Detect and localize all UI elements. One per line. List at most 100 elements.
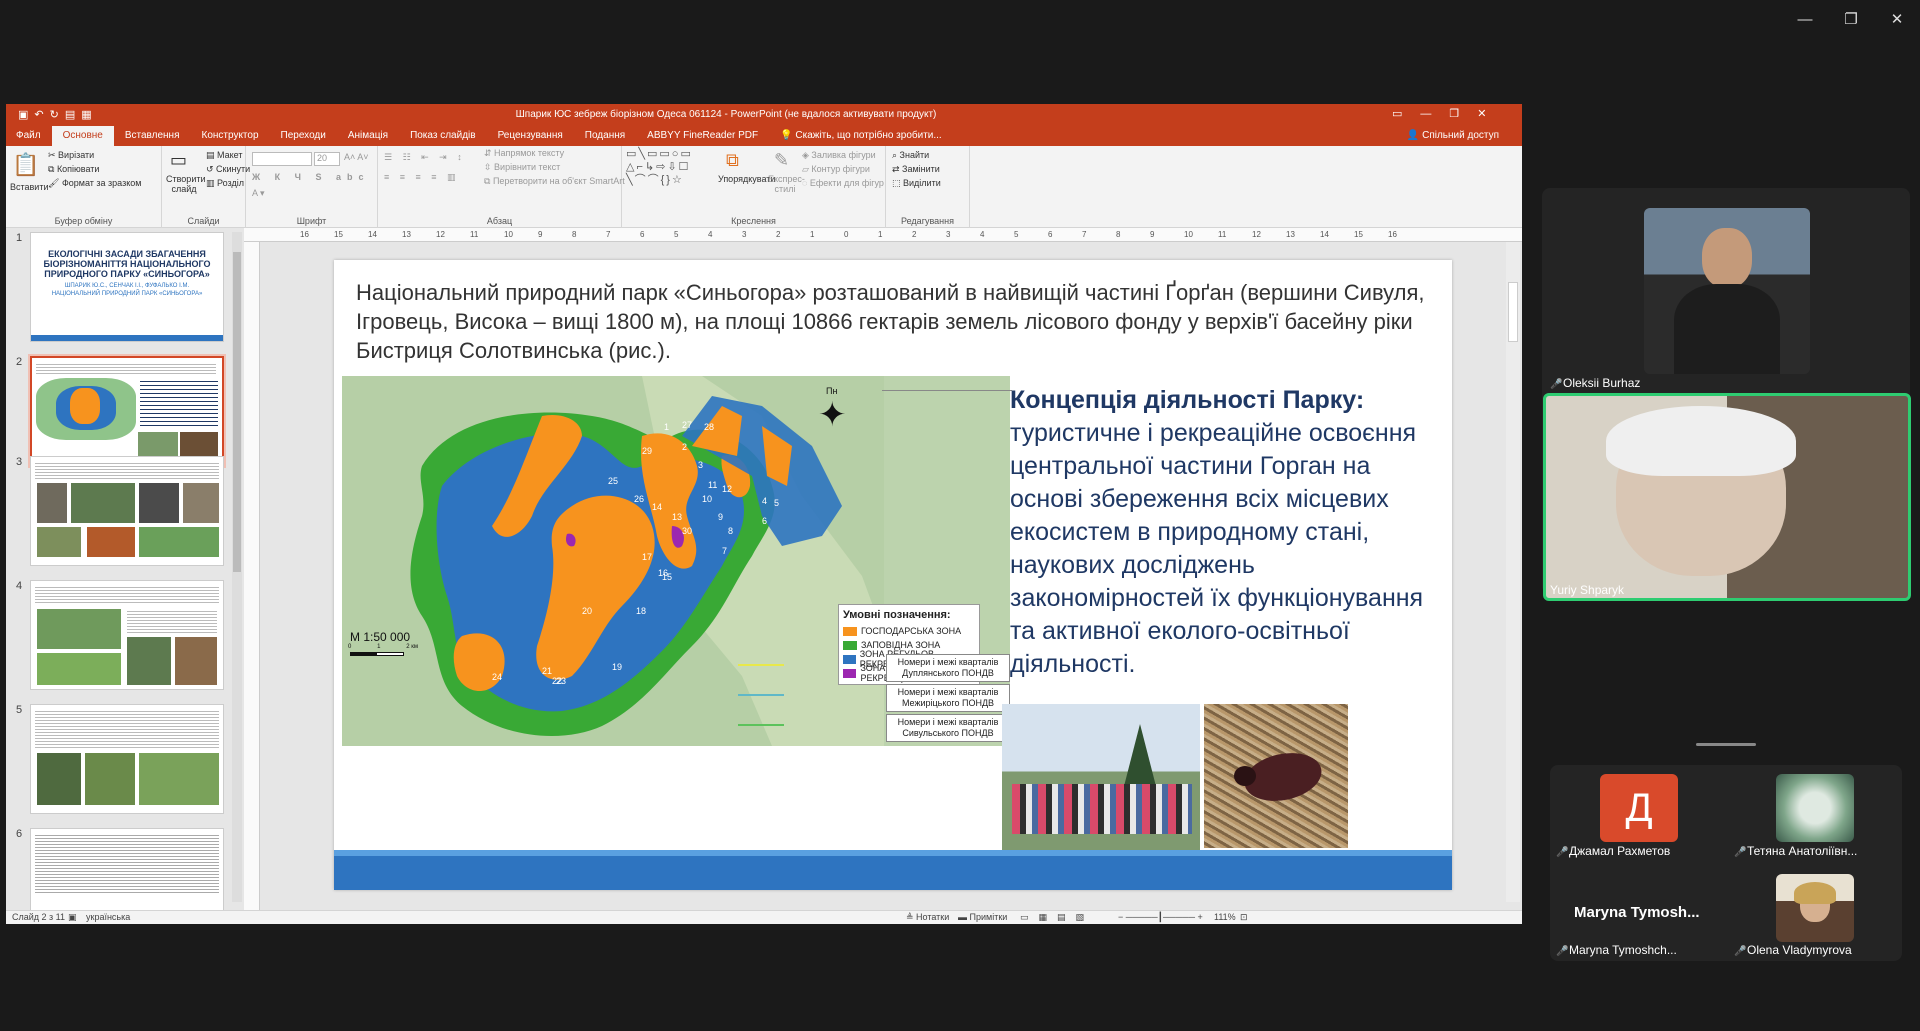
video-oleksii[interactable] bbox=[1644, 208, 1810, 374]
quick-styles-button[interactable]: Експрес-стилі bbox=[768, 174, 805, 194]
slide-thumbnail-2[interactable] bbox=[28, 354, 226, 468]
tab-review[interactable]: Рецензування bbox=[487, 126, 574, 146]
slide-thumbnails-pane[interactable]: 1 ЕКОЛОГІЧНІ ЗАСАДИ ЗБАГАЧЕННЯ БІОРІЗНОМ… bbox=[6, 228, 244, 910]
undo-icon[interactable]: ↶ bbox=[34, 109, 49, 121]
ppt-minimize-icon[interactable]: — bbox=[1420, 108, 1449, 120]
font-grow-icon[interactable]: A˄ A˅ bbox=[344, 152, 369, 162]
align-text-button[interactable]: ⇳ Вирівнити текст bbox=[484, 162, 560, 173]
sections-button[interactable]: ▥ Розділ bbox=[206, 178, 244, 189]
convert-smartart-label: Перетворити на об'єкт SmartArt bbox=[492, 176, 625, 186]
close-button[interactable]: ✕ bbox=[1874, 10, 1920, 30]
legend-swatch bbox=[843, 626, 857, 636]
paste-button[interactable]: Вставити bbox=[10, 182, 49, 192]
fit-slide-icon[interactable]: ⊡ bbox=[1240, 912, 1248, 923]
legend-swatch bbox=[843, 654, 856, 664]
slide-thumbnail-1[interactable]: ЕКОЛОГІЧНІ ЗАСАДИ ЗБАГАЧЕННЯ БІОРІЗНОМАН… bbox=[30, 232, 224, 342]
replace-button[interactable]: ⇄ Замінити bbox=[892, 164, 940, 175]
font-color-icon[interactable]: A ▾ bbox=[252, 188, 265, 199]
tab-transitions[interactable]: Переходи bbox=[270, 126, 337, 146]
new-slide-icon[interactable]: ▭ bbox=[170, 150, 187, 171]
ruler-tick: 5 bbox=[674, 230, 679, 239]
avatar-olena[interactable] bbox=[1776, 874, 1854, 942]
zoom-level[interactable]: 111% bbox=[1214, 912, 1236, 922]
compass-icon: ✦ bbox=[818, 396, 847, 434]
editor-scrollbar[interactable] bbox=[1506, 242, 1520, 902]
shape-outline-button[interactable]: ▱ Контур фігури bbox=[802, 164, 870, 175]
open-icon[interactable]: ▤ bbox=[65, 109, 81, 121]
language-label[interactable]: українська bbox=[86, 912, 130, 922]
tab-abbyy[interactable]: ABBYY FineReader PDF bbox=[636, 126, 769, 146]
comments-button[interactable]: ▬ Примітки bbox=[958, 912, 1007, 922]
participant-display-name: Maryna Tymosh... bbox=[1574, 904, 1700, 921]
zoom-window-controls: — ❐ ✕ bbox=[1782, 10, 1920, 30]
tab-view[interactable]: Подання bbox=[574, 126, 636, 146]
ppt-close-icon[interactable]: ✕ bbox=[1477, 108, 1504, 120]
ppt-restore-icon[interactable]: ❐ bbox=[1449, 108, 1477, 120]
align-icons[interactable]: ≡ ≡ ≡ ≡ ▥ bbox=[384, 172, 460, 183]
text-direction-button[interactable]: ⇵ Напрямок тексту bbox=[484, 148, 564, 159]
panel-divider-handle[interactable] bbox=[1696, 743, 1756, 746]
spellcheck-icon[interactable]: ▣ bbox=[68, 912, 77, 923]
reset-button[interactable]: ↺ Скинути bbox=[206, 164, 250, 175]
tab-insert[interactable]: Вставлення bbox=[114, 126, 191, 146]
avatar-tetiana[interactable] bbox=[1776, 774, 1854, 842]
current-slide[interactable]: Національний природний парк «Синьогора» … bbox=[334, 260, 1452, 890]
copy-button[interactable]: ⧉ Копіювати bbox=[48, 164, 99, 175]
copy-label: Копіювати bbox=[56, 164, 100, 174]
quick-styles-icon[interactable]: ✎ bbox=[774, 150, 789, 171]
convert-smartart-button[interactable]: ⧉ Перетворити на об'єкт SmartArt bbox=[484, 176, 625, 187]
redo-icon[interactable]: ↻ bbox=[50, 109, 65, 121]
slide-intro-text: Національний природний парк «Синьогора» … bbox=[356, 280, 1425, 363]
layout-button[interactable]: ▤ Макет bbox=[206, 150, 243, 161]
ribbon-display-icon[interactable]: ▭ bbox=[1392, 108, 1420, 120]
arrange-icon[interactable]: ⧉ bbox=[726, 150, 739, 171]
avatar-dzhamal[interactable]: Д bbox=[1600, 774, 1678, 842]
font-name-box[interactable] bbox=[252, 152, 312, 166]
tell-me-search[interactable]: 💡 Скажіть, що потрібно зробити... bbox=[769, 126, 953, 146]
select-button[interactable]: ⬚ Виділити bbox=[892, 178, 941, 189]
tab-file[interactable]: Файл bbox=[6, 126, 52, 146]
mic-muted-icon: 🎤 bbox=[1734, 946, 1747, 957]
tab-home[interactable]: Основне bbox=[51, 126, 114, 146]
paste-icon[interactable]: 📋 bbox=[12, 152, 39, 178]
cut-button[interactable]: ✂ Вирізати bbox=[48, 150, 94, 161]
mic-muted-icon: 🎤 bbox=[1556, 847, 1569, 858]
minimize-button[interactable]: — bbox=[1782, 10, 1828, 30]
slide-thumbnail-3[interactable] bbox=[30, 456, 224, 566]
shape-effects-button[interactable]: ◌ Ефекти для фігур bbox=[802, 178, 884, 188]
quick-access-toolbar[interactable]: ▣↶↻▤▦ bbox=[18, 108, 98, 121]
slide-thumbnail-6[interactable] bbox=[30, 828, 224, 910]
share-button[interactable]: 👤 Спільний доступ bbox=[1396, 126, 1510, 146]
font-size-box[interactable]: 20 bbox=[314, 152, 340, 166]
arrange-button[interactable]: Упорядкувати bbox=[718, 174, 775, 184]
tab-animations[interactable]: Анімація bbox=[337, 126, 399, 146]
shape-fill-button[interactable]: ◈ Заливка фігури bbox=[802, 150, 876, 161]
format-painter-button[interactable]: 🖌 Формат за зразком bbox=[48, 178, 141, 189]
view-buttons[interactable]: ▭▦▤▧ bbox=[1020, 912, 1094, 923]
thumb-number: 1 bbox=[16, 232, 23, 244]
clipboard-group-label: Буфер обміну bbox=[54, 216, 113, 226]
quarter-number: 20 bbox=[582, 606, 593, 616]
new-slide-button[interactable]: Створити слайд bbox=[166, 174, 206, 194]
list-icons[interactable]: ☰ ☷ ⇤ ⇥ ↕ bbox=[384, 152, 466, 163]
thumb-number: 3 bbox=[16, 456, 23, 468]
thumbnails-scrollbar[interactable] bbox=[232, 232, 242, 902]
tab-slideshow[interactable]: Показ слайдів bbox=[399, 126, 487, 146]
participant-label: Тетяна Анатоліївн... bbox=[1747, 844, 1858, 858]
slide-thumbnail-5[interactable] bbox=[30, 704, 224, 814]
present-icon[interactable]: ▦ bbox=[81, 109, 97, 121]
avatar-body bbox=[1674, 284, 1780, 374]
font-format-icons[interactable]: Ж К Ч S abc bbox=[252, 172, 369, 182]
tab-design[interactable]: Конструктор bbox=[191, 126, 270, 146]
restore-button[interactable]: ❐ bbox=[1828, 10, 1874, 30]
zoom-slider[interactable]: − ─────┃───── + bbox=[1118, 912, 1203, 923]
notes-button[interactable]: ≜ Нотатки bbox=[906, 912, 949, 923]
video-yuriy-active-speaker[interactable] bbox=[1543, 393, 1911, 601]
find-button[interactable]: ⌕ Знайти bbox=[892, 150, 929, 161]
map-scale-bar bbox=[350, 652, 404, 656]
ruler-tick: 6 bbox=[640, 230, 645, 239]
shapes-gallery[interactable]: ▭╲▭▭○▭ △⌐↳⇨⇩☐ ╲⌒⌒{}☆ bbox=[626, 148, 693, 187]
save-icon[interactable]: ▣ bbox=[18, 109, 34, 121]
slide-thumbnail-4[interactable] bbox=[30, 580, 224, 690]
ruler-tick: 4 bbox=[980, 230, 985, 239]
